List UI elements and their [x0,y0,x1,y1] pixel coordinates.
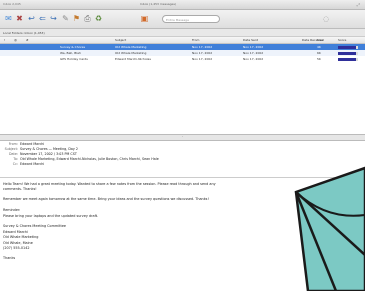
signature-line: (207) 555-0142 [3,245,30,250]
score-bar-fill [338,45,356,49]
zoom-icon[interactable]: ⤢ [357,2,360,7]
folder-filter-label: Local Folders: Inbox (1,453) [3,31,45,35]
body-paragraph: Remember we meet again tomorrow at the s… [3,197,209,202]
umbrella-graphic [294,166,365,291]
pane-splitter[interactable]: · [0,134,365,141]
score-bar-fill [338,57,356,61]
col-date-sent[interactable]: Date Sent [243,38,258,42]
score-bar [338,57,358,61]
col-number[interactable]: # [26,38,29,42]
reply-icon[interactable]: ↩ [27,14,36,24]
row-from: Edward Marchi-Nicholas [115,57,151,61]
graphic-canopy-shape [294,166,365,291]
header-cc: Cc: Edward Marchi [12,162,45,166]
message-list: ! @ # Subject From Date Sent Date Receiv… [0,37,365,134]
message-headers: From: Edward Marchi Subject: Survey & Chor… [4,142,244,167]
message-list-header: ! @ # Subject From Date Sent Date Receiv… [0,37,365,44]
score-bar-fill [338,51,356,55]
signature: Edward Marchi Old Whale Marketing Old Wh… [3,230,231,251]
col-score[interactable]: Score [338,38,346,42]
window-titlebar: Inbox 2,045 Inbox (1,453 messages) ⤢ [0,0,365,10]
score-bar [338,51,358,55]
body-paragraph: Thanks [3,256,16,261]
row-date-received: Nov 17, 2002 [243,57,264,61]
body-paragraph: Survey & Chores Meeting Committee [3,224,67,229]
window-title: Inbox (1,453 messages) [140,2,177,6]
toolbar: ✉ ✖ ↩ ⇐ ↪ ✎ ⚑ ⎙ ♻ ▣ Entire Message ◌ [0,10,365,29]
body-paragraph: Please bring your laptops and the update… [3,213,99,218]
message-body: Hello Team! We had a great meeting today… [3,182,231,266]
forward-icon[interactable]: ↪ [49,14,58,24]
titlebar-left-text: Inbox 2,045 [3,2,21,6]
print-icon[interactable]: ⎙ [83,14,92,24]
get-mail-icon[interactable]: ✉ [4,14,13,24]
mark-icon[interactable]: ⚑ [72,14,81,24]
row-subject: GPS Holiday Cards [60,57,88,61]
search-input[interactable]: Entire Message [162,15,220,23]
col-subject[interactable]: Subject [115,38,126,42]
row-date-sent: Nov 17, 2002 [192,57,213,61]
col-flag[interactable]: ! [4,38,5,42]
row-size: 5K [317,57,321,61]
col-size[interactable]: Size [317,38,323,42]
folder-filter-bar: Local Folders: Inbox (1,453) [0,29,365,37]
col-attach[interactable]: @ [14,38,17,42]
new-message-icon[interactable]: ✎ [61,14,70,24]
reply-all-icon[interactable]: ⇐ [38,14,47,24]
score-bar [338,45,358,49]
delete-icon[interactable]: ✖ [15,14,24,24]
junk-icon[interactable]: ♻ [94,14,103,24]
body-paragraph: Reminder: [3,207,21,212]
col-from[interactable]: From [192,38,199,42]
activity-icon: ◌ [323,15,330,23]
body-paragraph: Hello Team! We had a great meeting today… [3,182,216,192]
table-row[interactable]: GPS Holiday Cards Edward Marchi-Nicholas… [0,56,365,62]
folder-icon[interactable]: ▣ [140,14,149,24]
